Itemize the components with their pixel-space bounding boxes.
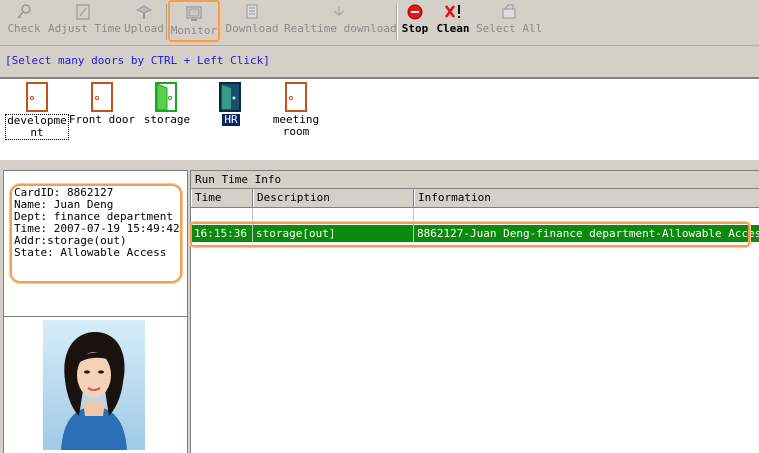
check-button[interactable]: Check (2, 0, 46, 44)
card-info-pane: CardID: 8862127 Name: Juan Deng Dept: fi… (3, 170, 188, 453)
upload-icon (135, 5, 153, 19)
cell-time: 16:15:36 (191, 225, 253, 242)
column-header-information[interactable]: Information (414, 189, 759, 207)
door-label: HR (222, 113, 240, 126)
monitor-icon (186, 6, 202, 21)
clean-icon (444, 5, 460, 18)
download-icon (246, 4, 258, 19)
clock-edit-icon (76, 4, 90, 20)
select-all-label: Select All (476, 22, 543, 35)
column-header-description[interactable]: Description (253, 189, 414, 207)
monitor-button[interactable]: Monitor (168, 0, 220, 42)
divider (4, 316, 187, 317)
cell-information (414, 208, 759, 225)
download-label: Download (225, 22, 279, 35)
door-meeting-room[interactable]: meeting room (262, 82, 330, 138)
portrait-image (43, 320, 145, 450)
door-selected-icon (219, 82, 241, 112)
adjust-time-label: Adjust Time (48, 22, 121, 35)
door-front-door[interactable]: Front door (68, 82, 136, 126)
cardholder-photo (43, 320, 145, 450)
stop-label: Stop (401, 22, 429, 35)
cell-time (191, 208, 253, 225)
table-header: Time Description Information (191, 189, 759, 208)
toolbar: Check Adjust Time Upload Monitor Downloa… (0, 0, 759, 46)
door-open-icon (155, 82, 177, 112)
runtime-info-pane: Run Time Info Time Description Informati… (190, 170, 759, 453)
door-label: meeting room (272, 113, 320, 138)
clean-button[interactable]: Clean (434, 0, 472, 44)
door-panel: development Front door storage HR meetin… (0, 78, 759, 162)
adjust-time-button[interactable]: Adjust Time (48, 0, 121, 44)
select-all-button[interactable]: Select All (476, 0, 542, 44)
cell-description: storage[out] (253, 225, 414, 242)
hint-text: [Select many doors by CTRL + Left Click] (5, 54, 270, 67)
hint-bar: [Select many doors by CTRL + Left Click] (0, 46, 759, 78)
runtime-title-bar: Run Time Info (191, 171, 759, 189)
select-all-icon (502, 4, 516, 19)
door-closed-icon (26, 82, 48, 112)
door-closed-icon (91, 82, 113, 112)
door-development[interactable]: development (3, 82, 71, 140)
cell-description (253, 208, 414, 225)
upload-button[interactable]: Upload (122, 0, 166, 44)
column-header-time[interactable]: Time (191, 189, 253, 207)
key-icon (17, 4, 31, 19)
door-label: development (5, 114, 69, 140)
realtime-download-button[interactable]: Realtime download (284, 0, 397, 44)
table-row[interactable] (191, 208, 759, 225)
realtime-download-label: Realtime download (284, 22, 397, 35)
cell-information: 8862127-Juan Deng-finance department-All… (417, 227, 759, 240)
clean-label: Clean (436, 22, 470, 35)
runtime-title: Run Time Info (195, 173, 282, 186)
card-info-box: CardID: 8862127 Name: Juan Deng Dept: fi… (10, 184, 182, 283)
state-text: State: Allowable Access (14, 246, 167, 259)
realtime-download-icon (333, 6, 345, 16)
stop-icon (407, 4, 423, 20)
upload-label: Upload (124, 22, 164, 35)
download-button[interactable]: Download (224, 0, 280, 44)
door-closed-icon (285, 82, 307, 112)
splitter[interactable] (0, 160, 759, 170)
door-hr[interactable]: HR (197, 82, 265, 126)
door-label: Front door (68, 113, 136, 126)
check-label: Check (7, 22, 41, 35)
door-storage[interactable]: storage (133, 82, 201, 126)
table-row-selected[interactable]: 16:15:36 storage[out] 8862127-Juan Deng-… (191, 225, 759, 242)
monitor-label: Monitor (170, 24, 218, 37)
door-label: storage (143, 113, 191, 126)
stop-button[interactable]: Stop (398, 0, 432, 44)
